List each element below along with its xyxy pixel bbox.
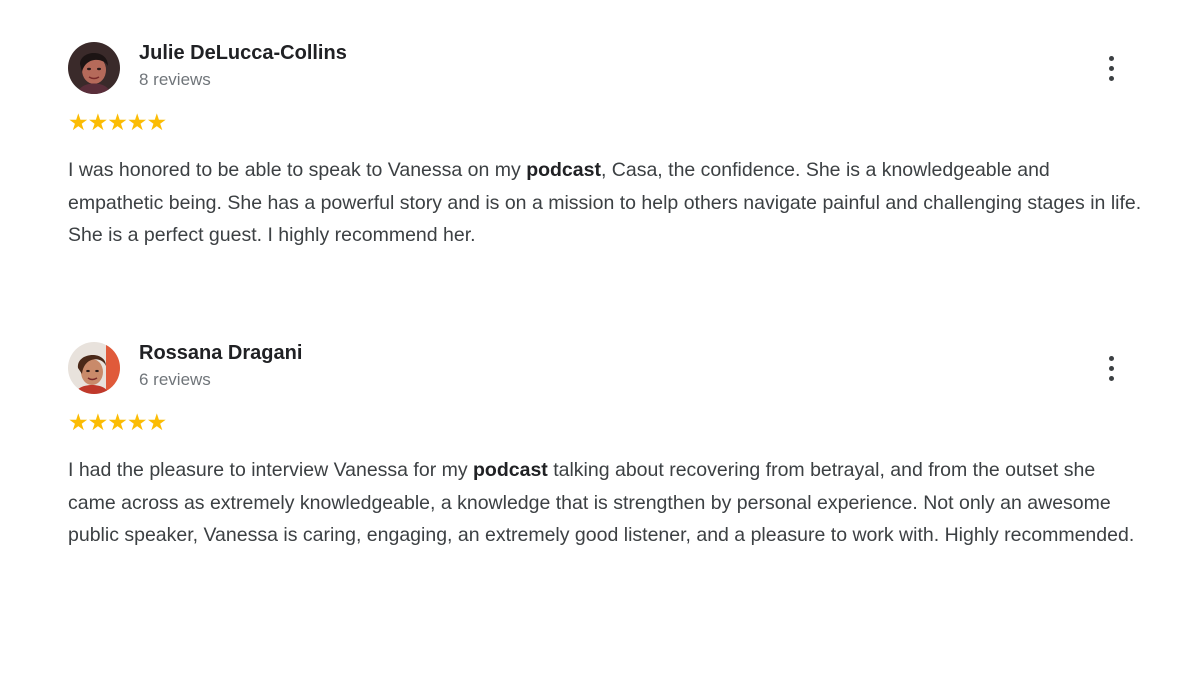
review-card: Rossana Dragani 6 reviews ★★★★★ I had th… <box>68 340 1148 546</box>
profile-photo-icon <box>68 342 120 394</box>
review-header: Rossana Dragani 6 reviews <box>68 340 1148 396</box>
reviewer-name[interactable]: Julie DeLucca-Collins <box>139 42 347 65</box>
star-icon: ★ <box>68 410 89 436</box>
review-text-part: I was honored to be able to speak to Van… <box>68 159 527 181</box>
star-icon: ★ <box>107 410 128 436</box>
reviewer-name[interactable]: Rossana Dragani <box>139 342 302 365</box>
star-icon: ★ <box>146 410 168 436</box>
star-icon: ★ <box>126 410 148 436</box>
review-text-part: I had the pleasure to interview Vanessa … <box>68 459 474 481</box>
more-vert-icon <box>1109 356 1114 361</box>
star-icon: ★ <box>87 110 109 136</box>
review-text-keyword: podcast <box>526 159 601 181</box>
more-options-button[interactable] <box>1102 352 1122 384</box>
reviewer-review-count: 6 reviews <box>139 370 211 389</box>
more-vert-icon-dot <box>1109 366 1114 371</box>
review-header: Julie DeLucca-Collins 8 reviews <box>68 40 1148 96</box>
more-vert-icon <box>1109 56 1114 61</box>
star-rating: ★★★★★ <box>68 410 168 436</box>
star-rating: ★★★★★ <box>68 110 168 136</box>
review-text-keyword: podcast <box>473 459 548 481</box>
star-icon: ★ <box>126 110 148 136</box>
review-text: I was honored to be able to speak to Van… <box>68 154 1143 252</box>
more-options-button[interactable] <box>1102 52 1122 84</box>
star-icon: ★ <box>146 110 168 136</box>
star-icon: ★ <box>107 110 128 136</box>
star-icon: ★ <box>68 110 89 136</box>
avatar[interactable] <box>68 42 120 94</box>
review-text: I had the pleasure to interview Vanessa … <box>68 454 1143 552</box>
more-vert-icon-dot <box>1109 376 1114 381</box>
profile-photo-icon <box>68 42 120 94</box>
avatar[interactable] <box>68 342 120 394</box>
star-icon: ★ <box>87 410 109 436</box>
more-vert-icon-dot <box>1109 76 1114 81</box>
review-card: Julie DeLucca-Collins 8 reviews ★★★★★ I … <box>68 40 1148 246</box>
more-vert-icon-dot <box>1109 66 1114 71</box>
reviewer-review-count: 8 reviews <box>139 70 211 89</box>
